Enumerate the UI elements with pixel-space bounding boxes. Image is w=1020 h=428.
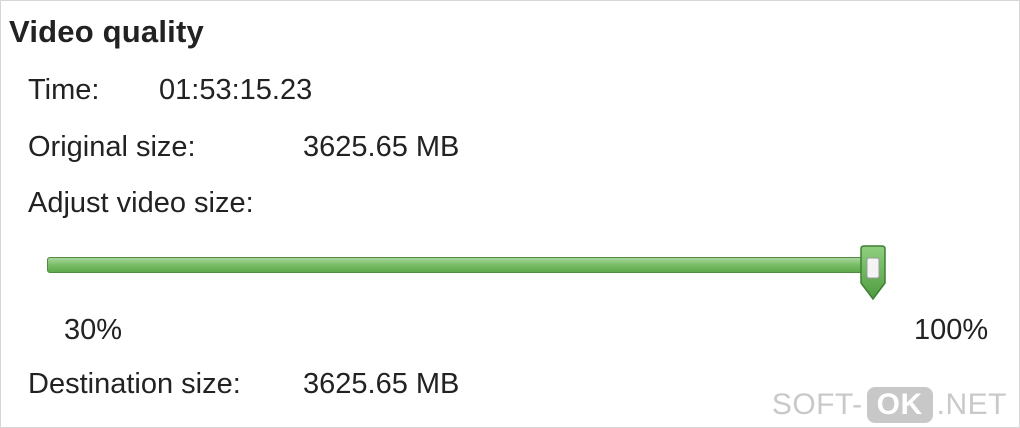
time-value: 01:53:15.23 [159,74,313,106]
slider-fill [47,257,873,273]
video-quality-panel: Video quality Time: 01:53:15.23 Original… [0,0,1020,428]
watermark-badge: OK [866,387,933,423]
section-title: Video quality [9,14,204,49]
original-size-value: 3625.65 MB [303,131,460,163]
slider-max-label: 100% [914,314,989,346]
slider-thumb[interactable] [858,245,888,301]
watermark-suffix: .NET [936,388,1007,421]
time-label: Time: [28,74,100,106]
destination-size-value: 3625.65 MB [303,368,460,400]
destination-size-label: Destination size: [28,368,241,400]
original-size-label: Original size: [28,131,196,163]
slider-thumb-icon [860,245,886,301]
watermark: SOFT- OK .NET [772,387,1007,423]
watermark-prefix: SOFT- [771,388,863,421]
adjust-video-size-label: Adjust video size: [28,187,254,219]
slider-min-label: 30% [64,314,123,346]
video-size-slider[interactable] [47,245,893,301]
